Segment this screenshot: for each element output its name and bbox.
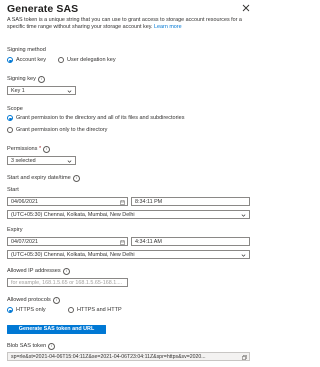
start-time-value: 8:34:11 PM	[135, 199, 163, 205]
start-timezone-dropdown[interactable]: (UTC+05:30) Chennai, Kolkata, Mumbai, Ne…	[7, 210, 250, 219]
token-text: Blob SAS token	[7, 343, 47, 349]
required-marker: *	[37, 146, 42, 152]
radio-selected-icon	[7, 115, 13, 122]
radio-label: Grant permission only to the directory	[16, 127, 108, 133]
radio-label: User delegation key	[67, 57, 116, 63]
expiry-time-value: 4:34:11 AM	[135, 239, 162, 245]
start-date-input[interactable]: 04/06/2021	[7, 197, 128, 206]
dates-text: Start and expiry date/time	[7, 175, 71, 181]
radio-label: Grant permission to the directory and al…	[16, 115, 185, 121]
chevron-down-icon	[67, 160, 72, 163]
allowed-protocols-label: Allowed protocols i	[7, 297, 60, 304]
start-date-value: 04/06/2021	[11, 199, 38, 205]
info-icon[interactable]: i	[48, 343, 56, 350]
permissions-text: Permissions	[7, 146, 38, 152]
sas-token-value: sp=rle&st=2021-04-06T15:04:11Z&se=2021-0…	[11, 354, 206, 360]
learn-more-link[interactable]: Learn more	[154, 24, 182, 30]
radio-scope-recursive[interactable]: Grant permission to the directory and al…	[7, 115, 184, 122]
radio-unselected-icon	[7, 127, 13, 134]
radio-scope-directory-only[interactable]: Grant permission only to the directory	[7, 127, 107, 134]
info-icon[interactable]: i	[43, 146, 51, 153]
sas-token-field[interactable]: sp=rle&st=2021-04-06T15:04:11Z&se=2021-0…	[7, 352, 250, 361]
scope-label: Scope	[7, 106, 23, 112]
signing-method-label: Signing method	[7, 47, 46, 53]
radio-label: Account key	[16, 57, 46, 63]
radio-user-delegation-key[interactable]: User delegation key	[58, 57, 116, 64]
expiry-timezone-value: (UTC+05:30) Chennai, Kolkata, Mumbai, Ne…	[11, 252, 135, 258]
page-title: Generate SAS	[7, 3, 79, 15]
chevron-down-icon	[241, 214, 246, 217]
radio-selected-icon	[7, 57, 13, 64]
description: A SAS token is a unique string that you …	[7, 17, 250, 32]
allowed-ip-input[interactable]: for example, 168.1.5.65 or 168.1.5.65-16…	[7, 278, 128, 287]
allowed-ip-label: Allowed IP addresses i	[7, 268, 70, 275]
info-icon[interactable]: i	[62, 268, 70, 275]
allowed-ip-text: Allowed IP addresses	[7, 268, 61, 274]
radio-unselected-icon	[58, 57, 64, 64]
expiry-date-input[interactable]: 04/07/2021	[7, 237, 128, 246]
permissions-label: Permissions * i	[7, 146, 51, 153]
radio-label: HTTPS only	[16, 307, 46, 313]
description-text: A SAS token is a unique string that you …	[7, 17, 242, 31]
radio-https-only[interactable]: HTTPS only	[7, 307, 46, 314]
radio-https-and-http[interactable]: HTTPS and HTTP	[68, 307, 122, 314]
calendar-icon	[119, 199, 125, 205]
info-icon[interactable]: i	[72, 175, 80, 182]
expiry-label: Expiry	[7, 227, 23, 233]
permissions-dropdown[interactable]: 3 selected	[7, 156, 76, 165]
allowed-ip-placeholder: for example, 168.1.5.65 or 168.1.5.65-16…	[11, 280, 123, 286]
signing-key-value: Key 1	[11, 88, 25, 94]
expiry-time-input[interactable]: 4:34:11 AM	[131, 237, 250, 246]
close-icon[interactable]	[242, 4, 250, 12]
radio-selected-icon	[7, 307, 13, 314]
chevron-down-icon	[241, 254, 246, 257]
signing-key-dropdown[interactable]: Key 1	[7, 86, 76, 95]
copy-icon[interactable]	[242, 354, 247, 360]
generate-sas-button[interactable]: Generate SAS token and URL	[7, 325, 106, 334]
calendar-icon	[119, 239, 125, 245]
start-timezone-value: (UTC+05:30) Chennai, Kolkata, Mumbai, Ne…	[11, 212, 135, 218]
info-icon[interactable]: i	[37, 76, 45, 83]
start-time-input[interactable]: 8:34:11 PM	[131, 197, 250, 206]
signing-key-text: Signing key	[7, 76, 36, 82]
expiry-date-value: 04/07/2021	[11, 239, 38, 245]
allowed-protocols-text: Allowed protocols	[7, 297, 51, 303]
signing-key-label: Signing key i	[7, 76, 45, 83]
chevron-down-icon	[67, 90, 72, 93]
radio-unselected-icon	[68, 307, 74, 314]
dates-label: Start and expiry date/time i	[7, 175, 80, 182]
info-icon[interactable]: i	[52, 297, 60, 304]
generate-sas-panel: Generate SAS A SAS token is a unique str…	[0, 0, 258, 367]
token-label: Blob SAS token i	[7, 343, 56, 350]
permissions-value: 3 selected	[11, 158, 36, 164]
start-label: Start	[7, 187, 19, 193]
radio-account-key[interactable]: Account key	[7, 57, 46, 64]
radio-label: HTTPS and HTTP	[77, 307, 122, 313]
expiry-timezone-dropdown[interactable]: (UTC+05:30) Chennai, Kolkata, Mumbai, Ne…	[7, 250, 250, 259]
